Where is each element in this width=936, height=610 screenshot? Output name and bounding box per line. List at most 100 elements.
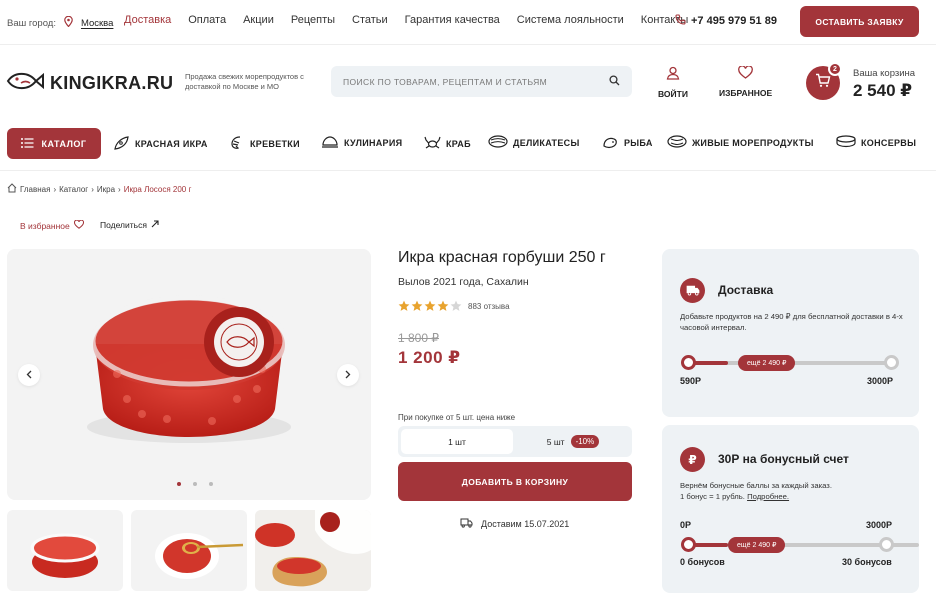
category-delicacies[interactable]: ДЕЛИКАТЕСЫ [488, 135, 580, 150]
category-label: КУЛИНАРИЯ [344, 138, 403, 148]
request-button[interactable]: ОСТАВИТЬ ЗАЯВКУ [800, 6, 919, 37]
delivery-card: Доставка Добавьте продуктов на 2 490 ₽ д… [662, 249, 919, 417]
bonus-scale-left: 0Р [680, 520, 692, 530]
gallery-prev-button[interactable] [18, 364, 40, 386]
breadcrumb-link[interactable]: Каталог [59, 185, 88, 194]
delivery-date-text: Доставим 15.07.2021 [481, 519, 570, 529]
delivery-truck-icon [680, 278, 705, 303]
logo-text: KINGIKRA.RU [50, 73, 174, 93]
progress-end-knob [884, 355, 899, 370]
search-bar[interactable]: ПОИСК ПО ТОВАРАМ, РЕЦЕПТАМ И СТАТЬЯМ [331, 66, 632, 97]
city-label: Ваш город: [7, 17, 56, 29]
login-label: ВОЙТИ [658, 89, 688, 99]
truck-icon [460, 518, 473, 530]
gallery-dot[interactable] [193, 482, 197, 486]
breadcrumb-link[interactable]: Главная [20, 185, 50, 194]
gallery-dot[interactable] [177, 482, 181, 486]
cart-icon [815, 73, 831, 93]
gallery-dot[interactable] [209, 482, 213, 486]
nav-articles[interactable]: Статьи [352, 14, 388, 26]
divider [0, 44, 936, 45]
nav-quality[interactable]: Гарантия качества [405, 14, 500, 26]
fish-icon [602, 135, 619, 151]
old-price: 1 800 ₽ [398, 331, 439, 345]
product-gallery[interactable] [7, 249, 371, 500]
favorite-label: В избранное [20, 220, 70, 231]
reviews-count[interactable]: 883 отзыва [468, 302, 510, 311]
gallery-thumbnail[interactable] [7, 510, 123, 591]
qty-option-5[interactable]: 5 шт -10% [517, 429, 629, 454]
nav-payment[interactable]: Оплата [188, 14, 226, 26]
caviar-icon [113, 135, 130, 153]
category-live-seafood[interactable]: ЖИВЫЕ МОРЕПРОДУКТЫ [667, 135, 814, 150]
breadcrumb-link[interactable]: Икра [97, 185, 115, 194]
mussel-icon [667, 135, 687, 150]
breadcrumb-separator: › [118, 184, 121, 194]
cart-total[interactable]: 2 540 ₽ [853, 81, 912, 101]
category-label: ЖИВЫЕ МОРЕПРОДУКТЫ [692, 137, 814, 148]
product-subtitle: Вылов 2021 года, Сахалин [398, 276, 529, 288]
bonus-start-knob [681, 537, 696, 552]
category-fish[interactable]: РЫБА [602, 135, 653, 151]
logo[interactable]: KINGIKRA.RU [6, 70, 173, 97]
breadcrumb: Главная › Каталог › Икра › Икра Лосося 2… [7, 183, 191, 195]
progress-start-knob [681, 355, 696, 370]
category-canned[interactable]: КОНСЕРВЫ [836, 135, 916, 150]
phone-number: +7 495 979 51 89 [691, 15, 777, 27]
category-label: КРЕВЕТКИ [250, 139, 300, 149]
product-title: Икра красная горбуши 250 г [398, 249, 606, 266]
cooking-icon [321, 135, 339, 151]
star-filled-icon [398, 300, 410, 311]
add-to-favorites-link[interactable]: В избранное [20, 219, 84, 231]
gallery-thumbnail[interactable] [255, 510, 371, 591]
catalog-button[interactable]: КАТАЛОГ [7, 128, 101, 159]
favorites-button[interactable]: ИЗБРАННОЕ [719, 65, 772, 98]
qty-option-1[interactable]: 1 шт [401, 429, 513, 454]
login-button[interactable]: ВОЙТИ [658, 66, 688, 99]
nav-promotions[interactable]: Акции [243, 14, 274, 26]
nav-recipes[interactable]: Рецепты [291, 14, 335, 26]
category-crab[interactable]: КРАБ [424, 135, 471, 152]
gallery-thumbnail[interactable] [131, 510, 247, 591]
phone-icon [675, 14, 686, 28]
quantity-selector: 1 шт 5 шт -10% [398, 426, 632, 457]
share-arrow-icon [151, 220, 159, 230]
bonus-text-line: Вернём бонусные баллы за каждый заказ. [680, 481, 832, 490]
qty-option-label: 1 шт [448, 436, 466, 447]
chevron-left-icon [26, 366, 32, 384]
phone-link[interactable]: +7 495 979 51 89 [675, 14, 777, 28]
city-name[interactable]: Москва [81, 18, 113, 29]
heart-icon [738, 65, 753, 81]
category-label: КРАСНАЯ ИКРА [135, 139, 208, 149]
cart-count-badge: 2 [828, 62, 842, 76]
nav-loyalty[interactable]: Система лояльности [517, 14, 624, 26]
home-icon[interactable] [7, 183, 17, 195]
add-to-cart-button[interactable]: ДОБАВИТЬ В КОРЗИНУ [398, 462, 632, 501]
breadcrumb-separator: › [53, 184, 57, 194]
discount-badge: -10% [570, 435, 600, 448]
tagline: Продажа свежих морепродуктов с доставкой… [185, 72, 304, 91]
gallery-next-button[interactable] [337, 364, 359, 386]
star-empty-icon [450, 300, 462, 311]
bonus-text-line: 1 бонус = 1 рубль. Подробнее. [680, 491, 905, 502]
nav-delivery[interactable]: Доставка [124, 14, 171, 26]
delivery-card-text: Добавьте продуктов на 2 490 ₽ для беспла… [680, 312, 903, 332]
share-link[interactable]: Поделиться [100, 220, 159, 230]
current-price: 1 200 ₽ [398, 348, 461, 367]
shrimp-icon [230, 135, 245, 153]
caviar-jar-image [87, 295, 291, 443]
category-label: РЫБА [624, 138, 653, 148]
category-shrimp[interactable]: КРЕВЕТКИ [230, 135, 300, 153]
category-cooking[interactable]: КУЛИНАРИЯ [321, 135, 402, 151]
search-input[interactable]: ПОИСК ПО ТОВАРАМ, РЕЦЕПТАМ И СТАТЬЯМ [343, 77, 609, 87]
search-icon[interactable] [609, 73, 620, 91]
fish-logo-icon [6, 70, 44, 97]
category-red-caviar[interactable]: КРАСНАЯ ИКРА [113, 135, 208, 153]
bonus-more-link[interactable]: Подробнее. [747, 492, 789, 501]
category-label: КРАБ [446, 138, 471, 149]
bonus-card-title: 30Р на бонусный счет [718, 452, 849, 466]
city-selector[interactable]: Ваш город: Москва [7, 15, 113, 30]
bonus-card: ₽ 30Р на бонусный счет Вернём бонусные б… [662, 425, 919, 593]
bonus-max-label: 30 бонусов [842, 557, 892, 567]
heart-icon [73, 219, 84, 231]
